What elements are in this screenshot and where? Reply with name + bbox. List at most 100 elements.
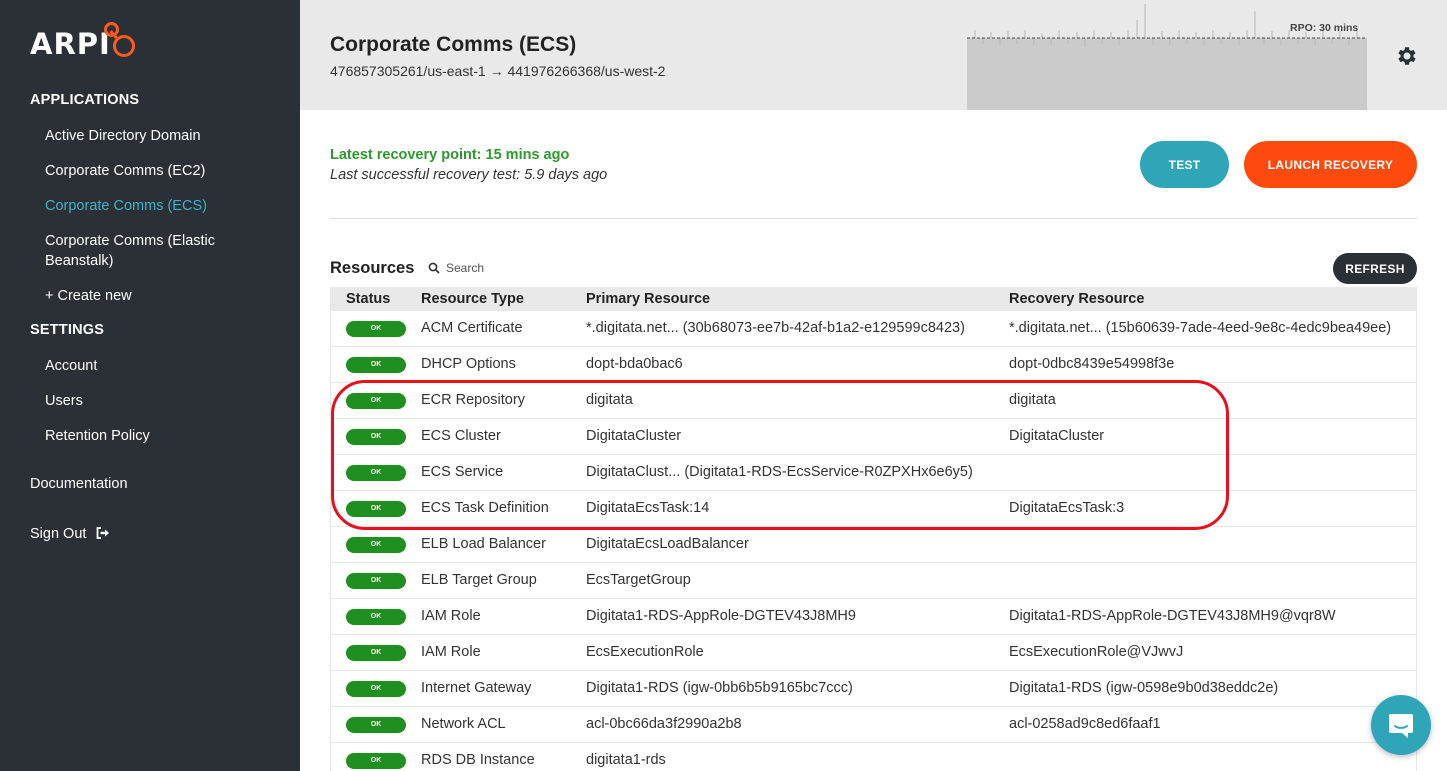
last-recovery-test: Last successful recovery test: 5.9 days … (330, 167, 608, 183)
primary-resource-cell: DigitataEcsTask:14 (586, 500, 710, 516)
rpo-history-chart[interactable] (967, 0, 1367, 110)
documentation-link[interactable]: Documentation (30, 476, 128, 492)
primary-resource-cell: Digitata1-RDS-AppRole-DGTEV43J8MH9 (586, 608, 856, 624)
resource-type-cell: IAM Role (421, 644, 481, 660)
sidebar: ARPI APPLICATIONS Active Directory Domai… (0, 0, 300, 771)
sidebar-item-retention-policy[interactable]: Retention Policy (45, 426, 275, 446)
table-row[interactable]: OK Internet Gateway Digitata1-RDS (igw-0bb… (330, 671, 1417, 707)
resources-table: Status Resource Type Primary Resource Re… (330, 287, 1417, 771)
sidebar-item-users[interactable]: Users (45, 391, 275, 411)
sign-out-icon (97, 527, 110, 539)
primary-resource-cell: DigitataCluster (586, 428, 682, 444)
primary-resource-cell: EcsTargetGroup (586, 572, 691, 588)
resource-type-cell: ECS Service (421, 464, 504, 480)
resource-type-cell: ELB Load Balancer (421, 536, 546, 552)
status-badge: OK (346, 645, 406, 661)
table-row[interactable]: OK ACM Certificate *.digitata.net... (30b6… (330, 311, 1417, 347)
resource-type-cell: ELB Target Group (421, 572, 537, 588)
chat-icon (1389, 714, 1413, 738)
recovery-resource-cell: Digitata1-RDS (igw-0598e9b0d38eddc2e) (1009, 680, 1279, 696)
status-badge: OK (346, 753, 406, 769)
sidebar-item-account[interactable]: Account (45, 356, 275, 376)
status-badge: OK (346, 681, 406, 697)
column-header-recovery-resource[interactable]: Recovery Resource (1009, 291, 1144, 307)
column-header-status[interactable]: Status (346, 291, 390, 307)
resource-search[interactable] (428, 261, 566, 275)
recovery-resource-cell: digitata (1009, 392, 1056, 408)
logo-text: ARPI (30, 27, 111, 61)
status-badge: OK (346, 501, 406, 517)
primary-resource-cell: DigitataEcsLoadBalancer (586, 536, 749, 552)
recovery-resource-cell: DigitataCluster (1009, 428, 1105, 444)
settings-heading: SETTINGS (30, 322, 105, 338)
resource-type-cell: Internet Gateway (421, 680, 532, 696)
sidebar-item-active-directory-domain[interactable]: Active Directory Domain (45, 126, 275, 146)
primary-resource-cell: *.digitata.net... (30b68073-ee7b-42af-b1… (586, 320, 965, 336)
sidebar-item-corporate-comms-ec2[interactable]: Corporate Comms (EC2) (45, 161, 275, 181)
resource-type-cell: ECR Repository (421, 392, 525, 408)
recovery-resource-cell: dopt-0dbc8439e54998f3e (1009, 356, 1175, 372)
table-row[interactable]: OK IAM Role EcsExecutionRole EcsExecutionRo… (330, 635, 1417, 671)
primary-resource-cell: DigitataClust... (Digitata1-RDS-EcsServi… (586, 464, 973, 480)
status-badge: OK (346, 573, 406, 589)
recovery-resource-cell: acl-0258ad9c8ed6faaf1 (1009, 716, 1161, 732)
primary-resource-cell: Digitata1-RDS (igw-0bb6b5b9165bc7ccc) (586, 680, 853, 696)
launch-recovery-button[interactable]: LAUNCH RECOVERY (1244, 141, 1417, 188)
recovery-resource-cell: DigitataEcsTask:3 (1009, 500, 1125, 516)
resources-heading: Resources (330, 259, 415, 277)
status-badge: OK (346, 429, 406, 445)
resource-type-cell: ECS Task Definition (421, 500, 549, 516)
gear-icon[interactable] (1394, 44, 1418, 68)
sidebar-item-corporate-comms-elastic-beanstalk[interactable]: Corporate Comms (Elastic Beanstalk) (45, 231, 275, 271)
status-badge: OK (346, 465, 406, 481)
table-header: Status Resource Type Primary Resource Re… (330, 287, 1417, 311)
table-row[interactable]: OK RDS DB Instance digitata1-rds (330, 743, 1417, 771)
resource-type-cell: IAM Role (421, 608, 481, 624)
section-divider (330, 218, 1417, 219)
resource-type-cell: ACM Certificate (421, 320, 523, 336)
arpio-logo[interactable]: ARPI (30, 22, 135, 64)
sign-out-link[interactable]: Sign Out (30, 526, 110, 542)
search-icon (428, 262, 440, 274)
rpo-label: RPO: 30 mins (1290, 22, 1359, 34)
recovery-resource-cell: *.digitata.net... (15b60639-7ade-4eed-9e… (1009, 320, 1392, 336)
app-header: Corporate Comms (ECS) 476857305261/us-ea… (300, 0, 1447, 110)
status-badge: OK (346, 609, 406, 625)
recovery-resource-cell: EcsExecutionRole@VJwvJ (1009, 644, 1184, 660)
table-row[interactable]: OK IAM Role Digitata1-RDS-AppRole-DGTEV43J… (330, 599, 1417, 635)
table-row[interactable]: OK ECR Repository digitata digitata (330, 383, 1417, 419)
status-badge: OK (346, 717, 406, 733)
create-new-link[interactable]: + Create new (45, 286, 275, 306)
applications-heading: APPLICATIONS (30, 92, 140, 108)
refresh-button[interactable]: REFRESH (1333, 253, 1417, 284)
status-badge: OK (346, 321, 406, 337)
sign-out-label: Sign Out (30, 526, 87, 542)
table-row[interactable]: OK ELB Load Balancer DigitataEcsLoadBalanc… (330, 527, 1417, 563)
status-badge: OK (346, 393, 406, 409)
table-row[interactable]: OK Network ACL acl-0bc66da3f2990a2b8 acl-02… (330, 707, 1417, 743)
primary-resource-cell: acl-0bc66da3f2990a2b8 (586, 716, 742, 732)
primary-resource-cell: EcsExecutionRole (586, 644, 704, 660)
table-row[interactable]: OK ECS Task Definition DigitataEcsTask:14 D… (330, 491, 1417, 527)
table-row[interactable]: OK ECS Service DigitataClust... (Digitata1… (330, 455, 1417, 491)
column-header-primary-resource[interactable]: Primary Resource (586, 291, 710, 307)
chat-widget-button[interactable] (1371, 695, 1431, 755)
resource-type-cell: Network ACL (421, 716, 506, 732)
primary-resource-cell: digitata1-rds (586, 752, 666, 768)
primary-resource-cell: digitata (586, 392, 633, 408)
column-header-resource-type[interactable]: Resource Type (421, 291, 524, 307)
latest-recovery-point: Latest recovery point: 15 mins ago (330, 147, 570, 163)
search-input[interactable] (446, 261, 566, 275)
resource-type-cell: DHCP Options (421, 356, 516, 372)
test-button[interactable]: TEST (1140, 141, 1229, 188)
resource-type-cell: ECS Cluster (421, 428, 501, 444)
logo-mark-icon (103, 22, 135, 57)
status-badge: OK (346, 537, 406, 553)
page-title: Corporate Comms (ECS) (330, 33, 577, 56)
recovery-resource-cell: Digitata1-RDS-AppRole-DGTEV43J8MH9@vqr8W (1009, 608, 1336, 624)
table-row[interactable]: OK DHCP Options dopt-bda0bac6 dopt-0dbc8439… (330, 347, 1417, 383)
table-row[interactable]: OK ELB Target Group EcsTargetGroup (330, 563, 1417, 599)
sidebar-item-corporate-comms-ecs[interactable]: Corporate Comms (ECS) (45, 196, 275, 216)
account-region-route: 476857305261/us-east-1 → 441976266368/us… (330, 63, 666, 79)
table-row[interactable]: OK ECS Cluster DigitataCluster DigitataClus… (330, 419, 1417, 455)
